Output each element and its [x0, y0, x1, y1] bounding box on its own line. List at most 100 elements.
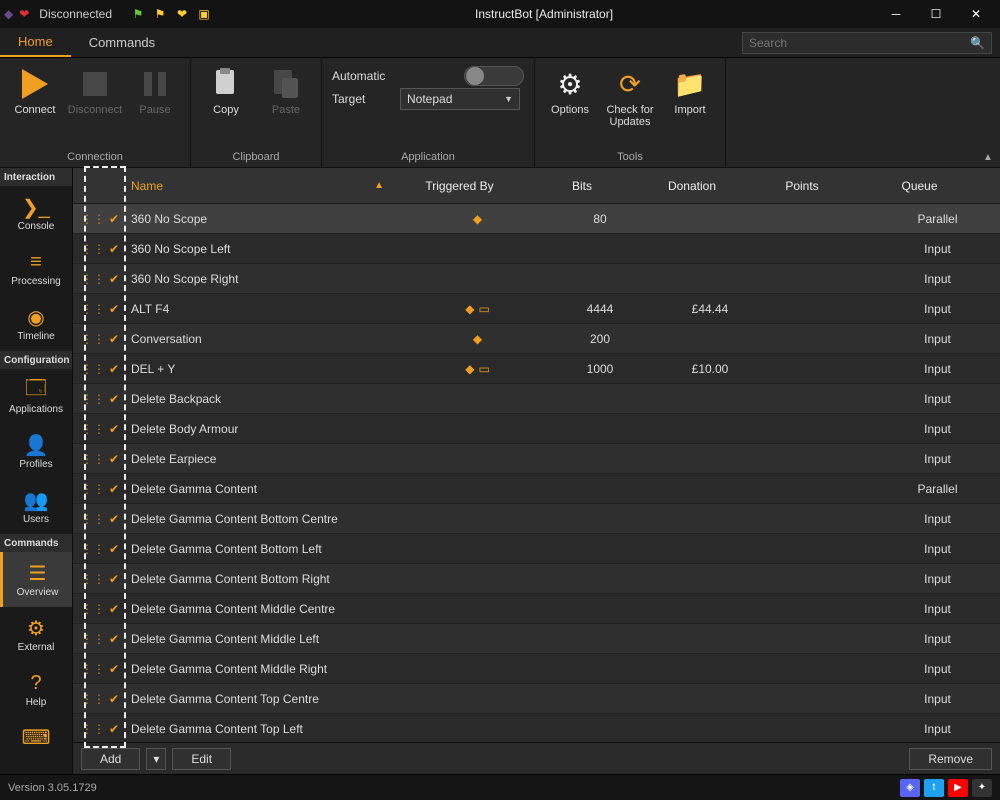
drag-handle-icon[interactable]: ⋮⋮ [81, 512, 105, 526]
drag-handle-icon[interactable]: ⋮⋮ [81, 722, 105, 736]
enabled-check-icon[interactable]: ✔ [109, 452, 119, 466]
sidebar-item-profiles[interactable]: 👤 Profiles [0, 424, 72, 479]
enabled-check-icon[interactable]: ✔ [109, 392, 119, 406]
import-button[interactable]: 📁 Import [661, 62, 719, 120]
enabled-check-icon[interactable]: ✔ [109, 512, 119, 526]
youtube-icon[interactable]: ▶ [948, 779, 968, 797]
add-button[interactable]: Add [81, 748, 140, 770]
drag-handle-icon[interactable]: ⋮⋮ [81, 602, 105, 616]
col-triggered[interactable]: Triggered By [392, 179, 527, 193]
enabled-check-icon[interactable]: ✔ [109, 422, 119, 436]
col-donation[interactable]: Donation [637, 179, 747, 193]
twitter-icon[interactable]: t [924, 779, 944, 797]
drag-handle-icon[interactable]: ⋮⋮ [81, 482, 105, 496]
maximize-button[interactable]: ☐ [916, 0, 956, 28]
enabled-check-icon[interactable]: ✔ [109, 482, 119, 496]
drag-handle-icon[interactable]: ⋮⋮ [81, 272, 105, 286]
enabled-check-icon[interactable]: ✔ [109, 662, 119, 676]
table-row[interactable]: ⋮⋮✔Delete Gamma ContentParallel [73, 474, 1000, 504]
table-row[interactable]: ⋮⋮✔Delete Gamma Content Middle CentreInp… [73, 594, 1000, 624]
enabled-check-icon[interactable]: ✔ [109, 272, 119, 286]
table-row[interactable]: ⋮⋮✔Delete Gamma Content Bottom CentreInp… [73, 504, 1000, 534]
target-dropdown[interactable]: Notepad ▼ [400, 88, 520, 110]
close-button[interactable]: ✕ [956, 0, 996, 28]
table-row[interactable]: ⋮⋮✔DEL + Y◆▭1000£10.00Input [73, 354, 1000, 384]
enabled-check-icon[interactable]: ✔ [109, 722, 119, 736]
automatic-toggle[interactable] [464, 66, 524, 86]
enabled-check-icon[interactable]: ✔ [109, 572, 119, 586]
enabled-check-icon[interactable]: ✔ [109, 602, 119, 616]
drag-handle-icon[interactable]: ⋮⋮ [81, 242, 105, 256]
sidebar-item-timeline[interactable]: ◉ Timeline [0, 296, 72, 351]
tab-commands[interactable]: Commands [71, 28, 173, 57]
tab-home[interactable]: Home [0, 28, 71, 57]
drag-handle-icon[interactable]: ⋮⋮ [81, 332, 105, 346]
col-bits[interactable]: Bits [527, 179, 637, 193]
table-row[interactable]: ⋮⋮✔360 No Scope◆80Parallel [73, 204, 1000, 234]
sidebar-item-help[interactable]: ? Help [0, 662, 72, 717]
drag-handle-icon[interactable]: ⋮⋮ [81, 212, 105, 226]
table-row[interactable]: ⋮⋮✔360 No Scope LeftInput [73, 234, 1000, 264]
drag-handle-icon[interactable]: ⋮⋮ [81, 572, 105, 586]
table-row[interactable]: ⋮⋮✔Conversation◆200Input [73, 324, 1000, 354]
enabled-check-icon[interactable]: ✔ [109, 632, 119, 646]
drag-handle-icon[interactable]: ⋮⋮ [81, 662, 105, 676]
table-row[interactable]: ⋮⋮✔360 No Scope RightInput [73, 264, 1000, 294]
search-box[interactable]: 🔍 [742, 32, 992, 54]
search-icon[interactable]: 🔍 [970, 36, 985, 50]
enabled-check-icon[interactable]: ✔ [109, 692, 119, 706]
table-row[interactable]: ⋮⋮✔Delete Gamma Content Top CentreInput [73, 684, 1000, 714]
sidebar-item-processing[interactable]: ≡ Processing [0, 241, 72, 296]
enabled-check-icon[interactable]: ✔ [109, 242, 119, 256]
add-split-button[interactable]: ▾ [146, 748, 166, 770]
sidebar-item-console[interactable]: ❯_ Console [0, 186, 72, 241]
sidebar-item-external[interactable]: ⚙ External [0, 607, 72, 662]
drag-handle-icon[interactable]: ⋮⋮ [81, 452, 105, 466]
flag-yellow-icon[interactable]: ⚑ [152, 6, 168, 22]
enabled-check-icon[interactable]: ✔ [109, 332, 119, 346]
table-row[interactable]: ⋮⋮✔Delete BackpackInput [73, 384, 1000, 414]
options-button[interactable]: ⚙ Options [541, 62, 599, 120]
drag-handle-icon[interactable]: ⋮⋮ [81, 542, 105, 556]
note-icon[interactable]: ▣ [196, 6, 212, 22]
flag-green-icon[interactable]: ⚑ [130, 6, 146, 22]
table-row[interactable]: ⋮⋮✔Delete EarpieceInput [73, 444, 1000, 474]
table-row[interactable]: ⋮⋮✔Delete Gamma Content Middle RightInpu… [73, 654, 1000, 684]
drag-handle-icon[interactable]: ⋮⋮ [81, 362, 105, 376]
table-row[interactable]: ⋮⋮✔ALT F4◆▭4444£44.44Input [73, 294, 1000, 324]
minimize-button[interactable]: ─ [876, 0, 916, 28]
enabled-check-icon[interactable]: ✔ [109, 542, 119, 556]
enabled-check-icon[interactable]: ✔ [109, 302, 119, 316]
drag-handle-icon[interactable]: ⋮⋮ [81, 692, 105, 706]
connect-button[interactable]: Connect [6, 62, 64, 120]
col-queue[interactable]: Queue [857, 179, 982, 193]
table-row[interactable]: ⋮⋮✔Delete Gamma Content Middle LeftInput [73, 624, 1000, 654]
table-row[interactable]: ⋮⋮✔Delete Gamma Content Top LeftInput [73, 714, 1000, 742]
table-row[interactable]: ⋮⋮✔Delete Body ArmourInput [73, 414, 1000, 444]
edit-button[interactable]: Edit [172, 748, 231, 770]
misc-icon[interactable]: ✦ [972, 779, 992, 797]
drag-handle-icon[interactable]: ⋮⋮ [81, 632, 105, 646]
discord-icon[interactable]: ◈ [900, 779, 920, 797]
search-input[interactable] [749, 36, 970, 50]
folder-icon: 📁 [672, 66, 708, 102]
drag-handle-icon[interactable]: ⋮⋮ [81, 422, 105, 436]
enabled-check-icon[interactable]: ✔ [109, 362, 119, 376]
col-name[interactable]: Name ▲ [123, 179, 392, 193]
copy-button[interactable]: Copy [197, 62, 255, 120]
sidebar-item-overview[interactable]: ☰ Overview [0, 552, 72, 607]
enabled-check-icon[interactable]: ✔ [109, 212, 119, 226]
ribbon-collapse-button[interactable]: ▲ [976, 58, 1000, 167]
table-row[interactable]: ⋮⋮✔Delete Gamma Content Bottom RightInpu… [73, 564, 1000, 594]
drag-handle-icon[interactable]: ⋮⋮ [81, 392, 105, 406]
check-updates-button[interactable]: ⟳ Check for Updates [601, 62, 659, 132]
table-row[interactable]: ⋮⋮✔Delete Gamma Content Bottom LeftInput [73, 534, 1000, 564]
table-body[interactable]: ⋮⋮✔360 No Scope◆80Parallel⋮⋮✔360 No Scop… [73, 204, 1000, 742]
sidebar-item-users[interactable]: 👥 Users [0, 479, 72, 534]
drag-handle-icon[interactable]: ⋮⋮ [81, 302, 105, 316]
sidebar-item-applications[interactable]: 🗔 Applications [0, 369, 72, 424]
sidebar-item-more[interactable]: ⌨ [0, 717, 72, 757]
col-points[interactable]: Points [747, 179, 857, 193]
heart2-icon[interactable]: ❤ [174, 6, 190, 22]
remove-button[interactable]: Remove [909, 748, 992, 770]
